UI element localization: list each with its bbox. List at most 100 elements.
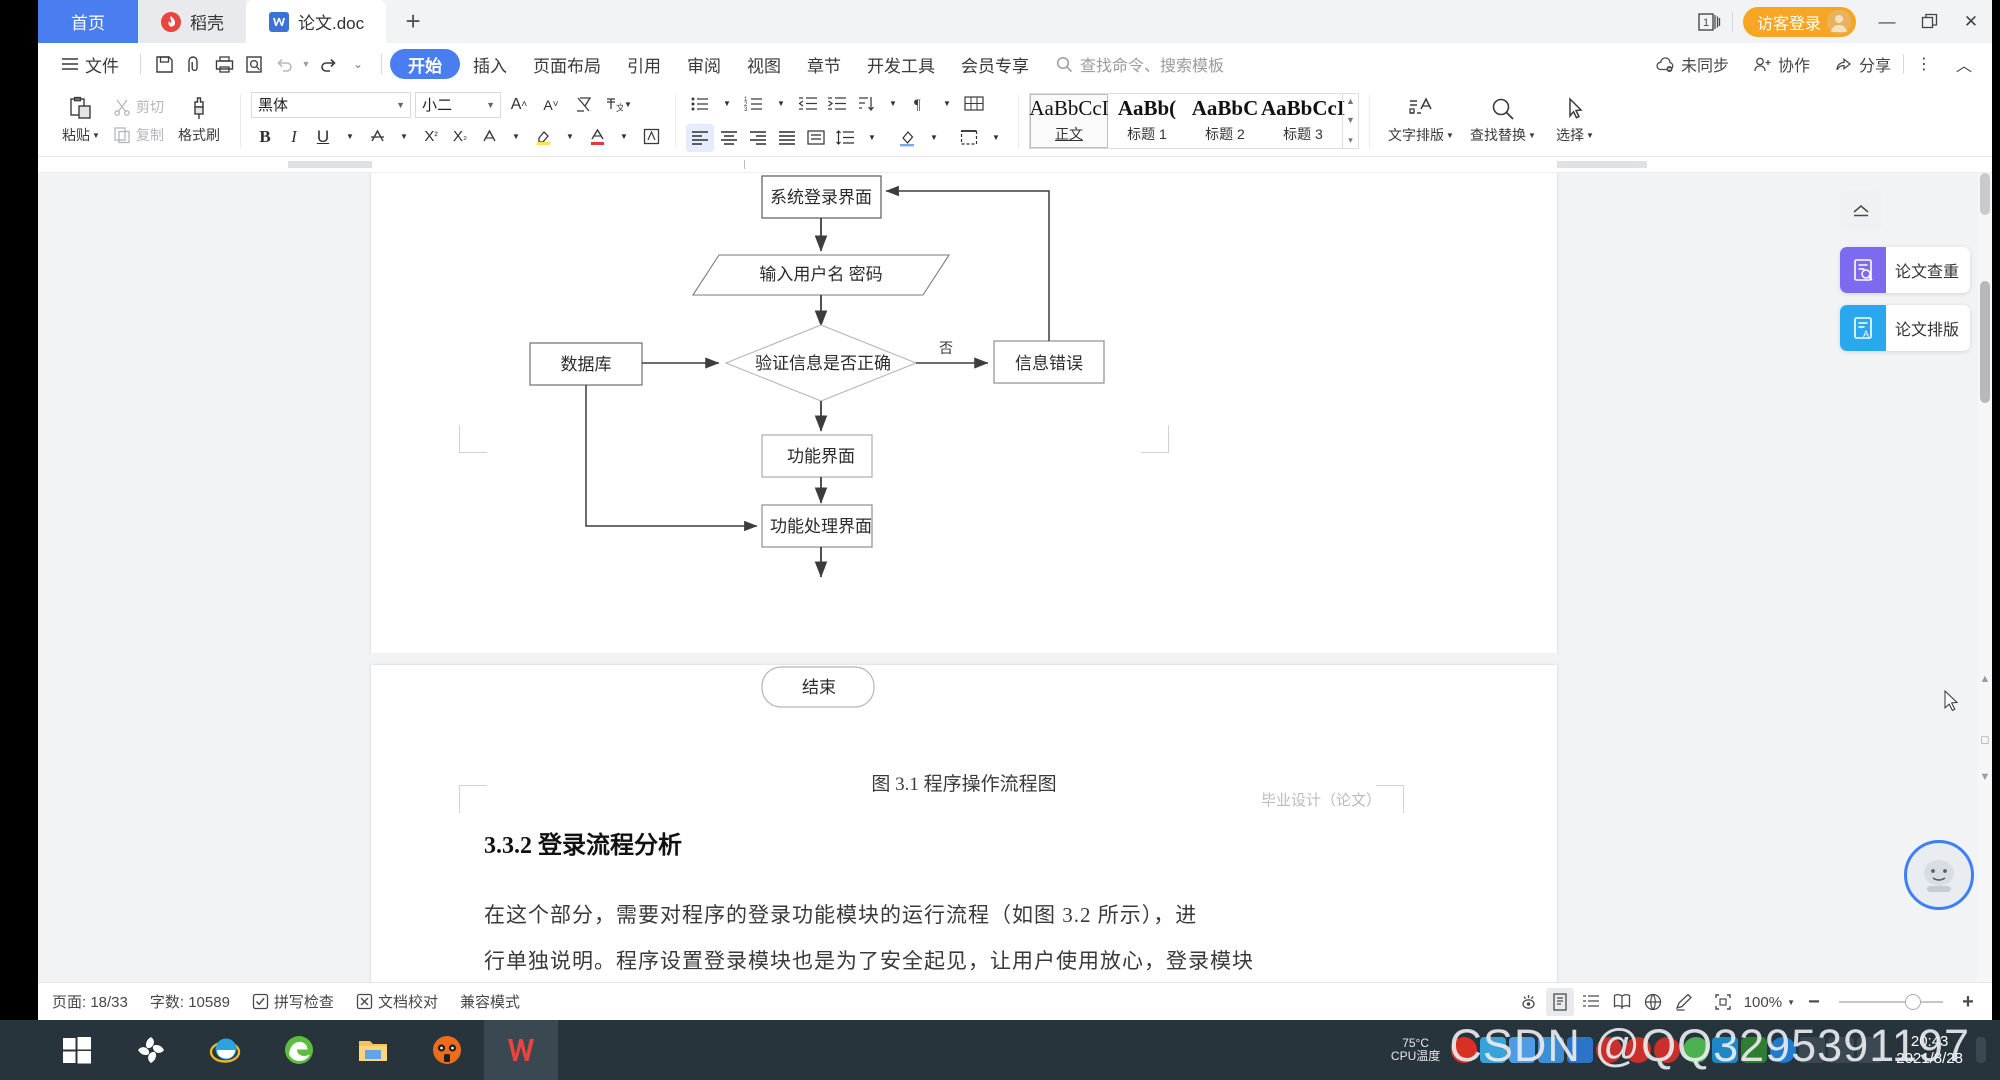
scroll-prev-page-icon[interactable]: ▲ xyxy=(1979,673,1991,685)
tray-icon-qq-1[interactable] xyxy=(1596,1037,1623,1063)
italic-button[interactable]: I xyxy=(280,123,308,151)
taskbar-clock[interactable]: 20:43 2021/8/28 xyxy=(1886,1033,1973,1068)
border-dropdown-icon[interactable]: ▼ xyxy=(984,124,1008,152)
compatibility-mode[interactable]: 兼容模式 xyxy=(460,991,520,1012)
underline-button[interactable]: U xyxy=(309,123,337,151)
text-color-dropdown-icon[interactable]: ▼ xyxy=(612,123,636,151)
minimize-button[interactable]: — xyxy=(1866,0,1908,43)
file-menu-button[interactable]: 文件 xyxy=(48,49,132,79)
tray-icon-qq-2[interactable] xyxy=(1625,1037,1652,1063)
tray-icon-shield[interactable] xyxy=(1567,1037,1594,1063)
tray-icon-qq-main[interactable] xyxy=(1770,1037,1797,1063)
text-layout-button[interactable]: 文字排版 ▼ xyxy=(1380,88,1462,154)
save-as-icon[interactable] xyxy=(179,49,209,79)
underline-dropdown-icon[interactable]: ▼ xyxy=(338,123,362,151)
style-scroll-down-icon[interactable]: ▼ xyxy=(1346,115,1355,125)
clear-format-icon[interactable] xyxy=(569,91,597,119)
tray-icon-sync[interactable] xyxy=(1480,1037,1507,1063)
spell-check-toggle[interactable]: 拼写检查 xyxy=(252,991,334,1012)
pinyin-guide-button[interactable]: 文 ▼ xyxy=(601,91,635,119)
file-explorer-icon[interactable] xyxy=(336,1020,410,1080)
command-search-input[interactable]: 查找命令、搜索模板 xyxy=(1056,52,1224,76)
distributed-align-button[interactable] xyxy=(802,124,830,152)
reading-layout-icon[interactable] xyxy=(1608,988,1636,1016)
sort-button[interactable] xyxy=(852,90,880,118)
zoom-slider[interactable] xyxy=(1839,994,1943,1010)
feedback-button[interactable] xyxy=(1904,840,1974,910)
close-button[interactable]: ✕ xyxy=(1950,0,1992,43)
select-button[interactable]: 选择 ▼ xyxy=(1544,88,1606,154)
numbering-button[interactable]: 123 xyxy=(740,90,768,118)
paper-format-card[interactable]: A 论文排版 xyxy=(1840,305,1970,351)
font-size-dropdown-icon[interactable]: ▼ xyxy=(486,100,495,110)
paste-dropdown-icon[interactable]: ▼ xyxy=(92,131,100,140)
scroll-next-page-icon[interactable]: ▼ xyxy=(1979,771,1991,783)
menu-item-section[interactable]: 章节 xyxy=(794,49,854,79)
highlight-button[interactable] xyxy=(529,123,557,151)
numbering-dropdown-icon[interactable]: ▼ xyxy=(769,90,793,118)
font-color-a-button[interactable] xyxy=(475,123,503,151)
collaborate-button[interactable]: 协作 xyxy=(1741,52,1822,76)
show-desktop-button[interactable] xyxy=(1976,1037,1986,1063)
strikethrough-button[interactable] xyxy=(363,123,391,151)
bullets-dropdown-icon[interactable]: ▼ xyxy=(715,90,739,118)
tray-icon-antivirus[interactable] xyxy=(1451,1037,1478,1063)
format-painter-button[interactable]: 格式刷 xyxy=(168,88,230,154)
pinyin-dropdown-icon[interactable]: ▼ xyxy=(624,100,632,109)
find-replace-button[interactable]: 查找替换 ▼ xyxy=(1462,88,1544,154)
internet-explorer-icon[interactable] xyxy=(188,1020,262,1080)
web-layout-icon[interactable] xyxy=(1639,988,1667,1016)
print-layout-icon[interactable] xyxy=(1545,988,1574,1016)
zoom-level[interactable]: 100% ▼ xyxy=(1744,994,1795,1011)
proofread-toggle[interactable]: 文档校对 xyxy=(356,991,438,1012)
tab-home[interactable]: 首页 xyxy=(38,0,138,43)
word-count[interactable]: 字数: 10589 xyxy=(150,991,230,1012)
align-right-button[interactable] xyxy=(744,124,772,152)
edge-icon[interactable] xyxy=(262,1020,336,1080)
start-button[interactable] xyxy=(40,1020,114,1080)
eye-protection-icon[interactable] xyxy=(1515,988,1543,1016)
text-layout-dropdown-icon[interactable]: ▼ xyxy=(1446,131,1454,140)
align-justify-button[interactable] xyxy=(773,124,801,152)
highlight-dropdown-icon[interactable]: ▼ xyxy=(558,123,582,151)
scrollbar-thumb[interactable] xyxy=(1980,281,1990,403)
style-normal[interactable]: AaBbCcI 正文 xyxy=(1029,93,1109,148)
sort-dropdown-icon[interactable]: ▼ xyxy=(881,90,905,118)
cut-button[interactable]: 剪切 xyxy=(109,94,168,120)
font-color-a-dropdown-icon[interactable]: ▼ xyxy=(504,123,528,151)
menu-item-insert[interactable]: 插入 xyxy=(460,49,520,79)
menu-item-review[interactable]: 审阅 xyxy=(674,49,734,79)
scrollbar-thumb-top[interactable] xyxy=(1980,173,1990,215)
decrease-indent-button[interactable] xyxy=(794,90,822,118)
tray-icon-security[interactable] xyxy=(1683,1037,1710,1063)
menu-item-developer-tools[interactable]: 开发工具 xyxy=(854,49,948,79)
bold-button[interactable]: B xyxy=(251,123,279,151)
align-left-button[interactable] xyxy=(686,123,714,152)
zoom-out-button[interactable]: − xyxy=(1800,988,1828,1016)
shrink-font-button[interactable]: A ˅ xyxy=(537,91,565,119)
grow-font-button[interactable]: A ˄ xyxy=(505,91,533,119)
redo-icon[interactable] xyxy=(313,49,343,79)
tray-icon-driver[interactable] xyxy=(1712,1037,1739,1063)
cpu-temperature-widget[interactable]: 75°C CPU温度 xyxy=(1391,1037,1440,1062)
document-page-1[interactable]: 系统登录界面 输入用户名 密码 验证信息是否正确 数据库 信息错误 否 功能界面… xyxy=(371,173,1557,653)
outline-view-icon[interactable] xyxy=(1577,988,1605,1016)
subscript-button[interactable]: X₂ xyxy=(446,123,474,151)
tray-icon-volume[interactable] xyxy=(1828,1037,1855,1063)
menu-item-view[interactable]: 视图 xyxy=(734,49,794,79)
shading-button[interactable] xyxy=(893,124,921,152)
font-name-input[interactable]: 黑体 ▼ xyxy=(251,91,411,118)
document-vertical-scrollbar[interactable]: ▲ ◻ ▼ xyxy=(1978,173,1992,982)
line-spacing-dropdown-icon[interactable]: ▼ xyxy=(860,124,884,152)
undo-icon[interactable] xyxy=(269,49,299,79)
print-icon[interactable] xyxy=(209,49,239,79)
font-name-dropdown-icon[interactable]: ▼ xyxy=(396,100,405,110)
tray-icon-qq-3[interactable] xyxy=(1654,1037,1681,1063)
bullets-button[interactable] xyxy=(686,90,714,118)
tab-document[interactable]: 论文.doc xyxy=(246,0,387,43)
paper-check-card[interactable]: 论文查重 xyxy=(1840,247,1970,293)
style-heading-2[interactable]: AaBbC 标题 2 xyxy=(1186,94,1264,148)
page-indicator[interactable]: 页面: 18/33 xyxy=(52,991,128,1012)
line-spacing-button[interactable] xyxy=(831,124,859,152)
collapse-panel-icon[interactable] xyxy=(1840,191,1882,231)
